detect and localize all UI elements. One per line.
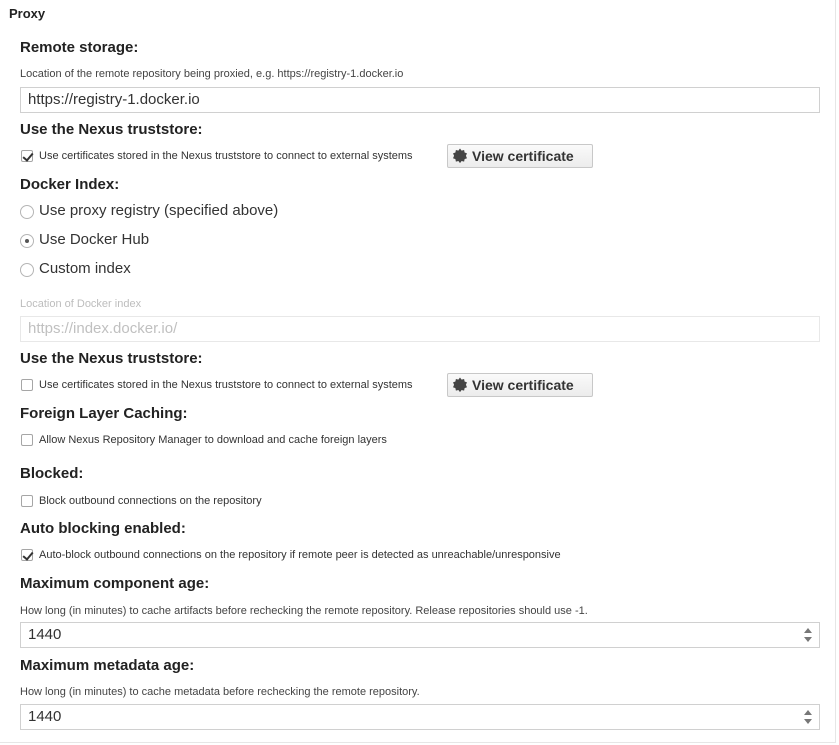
max-metadata-age-stepper[interactable] — [804, 710, 813, 724]
truststore-checkbox-label: Use certificates stored in the Nexus tru… — [39, 150, 413, 162]
stepper-down-icon[interactable] — [804, 637, 812, 642]
docker-index-location-help: Location of Docker index — [20, 298, 142, 310]
certificate-seal-icon — [453, 377, 467, 393]
max-component-age-help: How long (in minutes) to cache artifacts… — [20, 605, 588, 617]
radio-proxy-registry[interactable] — [20, 205, 34, 219]
certificate-seal-icon — [453, 148, 467, 164]
foreign-layer-checkbox[interactable] — [21, 434, 33, 446]
truststore-checkbox[interactable] — [21, 150, 33, 162]
max-component-age-label: Maximum component age: — [20, 575, 210, 592]
blocked-label: Blocked: — [20, 465, 84, 482]
remote-storage-help: Location of the remote repository being … — [20, 68, 404, 80]
max-component-age-value: 1440 — [28, 626, 62, 643]
blocked-checkbox[interactable] — [21, 495, 33, 507]
truststore-index-checkbox-label: Use certificates stored in the Nexus tru… — [39, 379, 413, 391]
view-certificate-label: View certificate — [472, 148, 574, 164]
max-component-age-input[interactable]: 1440 — [20, 622, 820, 648]
auto-blocking-label: Auto blocking enabled: — [20, 520, 186, 537]
foreign-layer-label: Foreign Layer Caching: — [20, 405, 188, 422]
remote-storage-label: Remote storage: — [20, 39, 139, 56]
max-metadata-age-help: How long (in minutes) to cache metadata … — [20, 686, 420, 698]
stepper-down-icon[interactable] — [804, 719, 812, 724]
radio-docker-hub[interactable] — [20, 234, 34, 248]
max-component-age-stepper[interactable] — [804, 628, 813, 642]
blocked-checkbox-label: Block outbound connections on the reposi… — [39, 495, 262, 507]
truststore-index-label: Use the Nexus truststore: — [20, 350, 203, 367]
docker-index-label: Docker Index: — [20, 176, 120, 193]
truststore-label: Use the Nexus truststore: — [20, 121, 203, 138]
remote-storage-input[interactable]: https://registry-1.docker.io — [20, 87, 820, 113]
auto-blocking-checkbox-label: Auto-block outbound connections on the r… — [39, 549, 561, 561]
truststore-index-checkbox[interactable] — [21, 379, 33, 391]
view-certificate-button[interactable]: View certificate — [447, 144, 593, 168]
section-title: Proxy — [9, 6, 46, 21]
radio-proxy-registry-label: Use proxy registry (specified above) — [39, 202, 279, 219]
foreign-layer-checkbox-label: Allow Nexus Repository Manager to downlo… — [39, 434, 387, 446]
stepper-up-icon[interactable] — [804, 628, 812, 633]
max-metadata-age-value: 1440 — [28, 708, 62, 725]
radio-docker-hub-label: Use Docker Hub — [39, 231, 150, 248]
docker-index-location-input: https://index.docker.io/ — [20, 316, 820, 342]
radio-custom-index-label: Custom index — [39, 260, 131, 277]
view-certificate-index-button[interactable]: View certificate — [447, 373, 593, 397]
view-certificate-index-label: View certificate — [472, 377, 574, 393]
radio-custom-index[interactable] — [20, 263, 34, 277]
auto-blocking-checkbox[interactable] — [21, 549, 33, 561]
max-metadata-age-input[interactable]: 1440 — [20, 704, 820, 730]
stepper-up-icon[interactable] — [804, 710, 812, 715]
max-metadata-age-label: Maximum metadata age: — [20, 657, 195, 674]
